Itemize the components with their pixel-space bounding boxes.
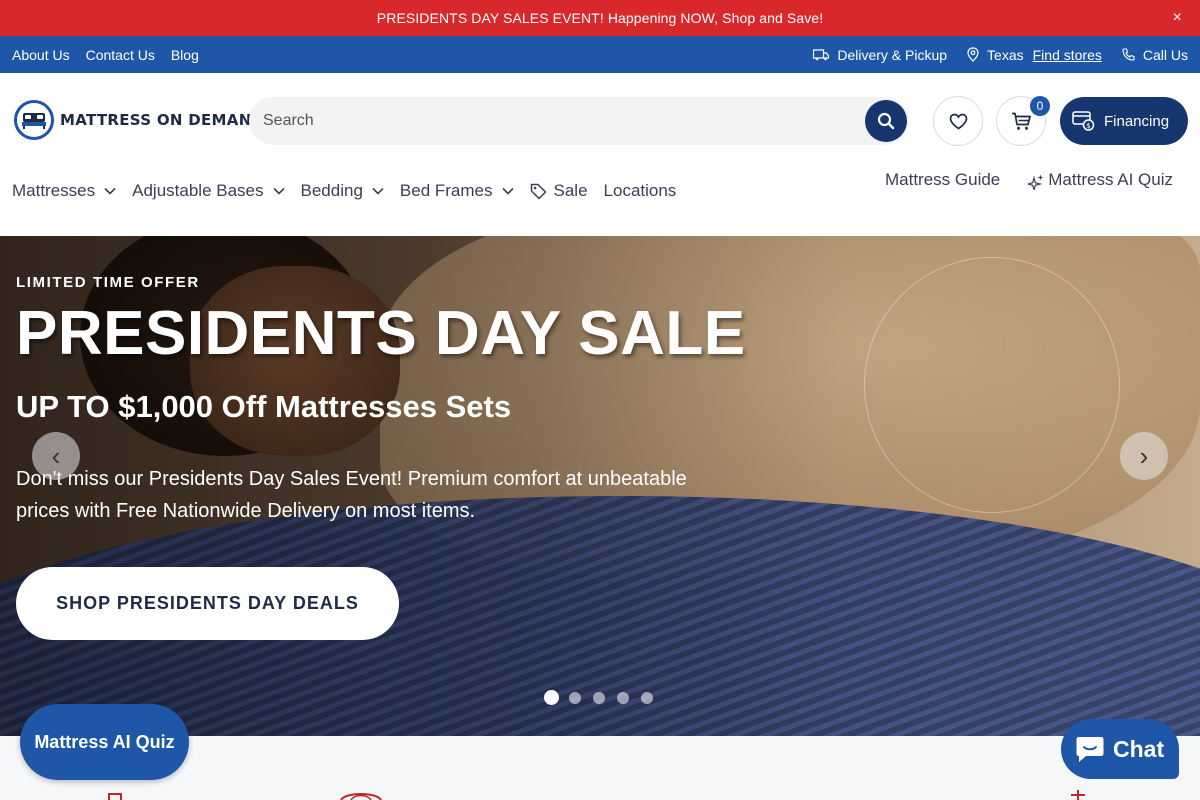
sparkle-icon — [1028, 174, 1044, 190]
globe-icon — [340, 793, 382, 800]
nav-item-bed-frames[interactable]: Bed Frames — [400, 181, 514, 201]
nav-label: Sale — [553, 181, 588, 200]
nav-item-adjustable-bases[interactable]: Adjustable Bases — [132, 181, 285, 201]
chevron-down-icon — [272, 187, 285, 195]
feature-icon — [1071, 790, 1085, 800]
cart-count-badge: 0 — [1030, 96, 1050, 116]
location-label: Texas — [987, 46, 1024, 63]
announcement-bar: PRESIDENTS DAY SALES EVENT! Happening NO… — [0, 0, 1200, 36]
find-stores-link[interactable]: Find stores — [1033, 47, 1102, 63]
decorative-ring — [864, 257, 1120, 513]
secondary-nav: Mattress Guide Mattress AI Quiz — [885, 170, 1173, 190]
nav-item-bedding[interactable]: Bedding — [301, 181, 384, 201]
nav-label: Bed Frames — [399, 181, 493, 200]
chevron-right-icon: › — [1139, 440, 1149, 471]
hero-title: PRESIDENTS DAY SALE — [16, 299, 746, 368]
map-pin-icon — [967, 47, 979, 62]
credit-card-icon: $ — [1072, 111, 1095, 131]
nav-item-locations[interactable]: Locations — [604, 181, 677, 201]
search-icon — [877, 112, 895, 130]
nav-item-mattress-guide[interactable]: Mattress Guide — [885, 170, 1000, 190]
nav-item-mattresses[interactable]: Mattresses — [12, 181, 116, 201]
carousel-dot[interactable] — [641, 691, 653, 704]
carousel-dot[interactable] — [569, 691, 581, 704]
carousel-dots — [544, 690, 665, 705]
call-label: Call Us — [1142, 46, 1188, 63]
financing-label: Financing — [1104, 112, 1170, 130]
nav-label: Mattresses — [12, 181, 96, 200]
nav-label: Bedding — [300, 181, 363, 200]
carousel-dot[interactable] — [544, 690, 559, 705]
utility-bar: About Us Contact Us Blog Delivery & Pick… — [0, 36, 1200, 73]
nav-label: Mattress AI Quiz — [1048, 170, 1173, 189]
shop-deals-button[interactable]: SHOP PRESIDENTS DAY DEALS — [16, 567, 399, 640]
close-icon[interactable]: × — [1173, 9, 1182, 27]
chevron-down-icon — [501, 187, 514, 195]
ai-quiz-floating-button[interactable]: Mattress AI Quiz — [20, 704, 189, 780]
phone-icon — [1122, 48, 1135, 61]
carousel-next-button[interactable]: › — [1120, 432, 1168, 480]
contact-us-link[interactable]: Contact Us — [86, 47, 155, 63]
financing-button[interactable]: $ Financing — [1060, 97, 1188, 145]
hero-eyebrow: LIMITED TIME OFFER — [16, 274, 200, 291]
chat-label: Chat — [1113, 735, 1165, 762]
cart-button[interactable]: 0 — [996, 96, 1050, 146]
site-logo[interactable]: MATTRESS ON DEMAND — [14, 100, 264, 140]
search-button[interactable] — [865, 100, 907, 142]
feature-icon — [108, 793, 122, 800]
location-selector: Texas Find stores — [967, 47, 1102, 63]
nav-label: Mattress Guide — [885, 170, 1001, 189]
carousel-dot[interactable] — [617, 691, 629, 704]
carousel-dot[interactable] — [593, 691, 605, 704]
cart-icon — [1011, 112, 1031, 130]
logo-text: MATTRESS ON DEMAND — [60, 111, 265, 129]
nav-label: Adjustable Bases — [132, 181, 264, 200]
main-nav: Mattresses Adjustable Bases Bedding Bed … — [12, 181, 692, 201]
hero-carousel: LIMITED TIME OFFER PRESIDENTS DAY SALE U… — [0, 236, 1200, 736]
hero-subtitle: UP TO $1,000 Off Mattresses Sets — [16, 389, 512, 424]
site-header: MATTRESS ON DEMAND 0 $ Financing — [0, 73, 1200, 169]
chat-button[interactable]: Chat — [1061, 719, 1179, 779]
chevron-down-icon — [104, 187, 116, 195]
chevron-down-icon — [372, 187, 384, 195]
hero-body: Don't miss our Presidents Day Sales Even… — [16, 468, 687, 522]
tag-icon — [530, 183, 546, 199]
search-bar — [249, 97, 909, 145]
svg-text:$: $ — [1086, 122, 1090, 130]
nav-label: Locations — [603, 181, 677, 200]
chevron-left-icon: ‹ — [51, 440, 61, 471]
delivery-label: Delivery & Pickup — [837, 46, 948, 63]
nav-item-ai-quiz[interactable]: Mattress AI Quiz — [1028, 170, 1173, 190]
truck-icon — [813, 48, 830, 60]
announcement-text[interactable]: PRESIDENTS DAY SALES EVENT! Happening NO… — [377, 10, 823, 26]
search-input[interactable] — [249, 97, 809, 145]
about-us-link[interactable]: About Us — [12, 47, 70, 63]
bed-logo-icon — [14, 100, 54, 140]
carousel-prev-button[interactable]: ‹ — [32, 432, 80, 480]
heart-icon — [949, 113, 967, 130]
chat-bubble-icon — [1076, 737, 1104, 762]
blog-link[interactable]: Blog — [171, 47, 199, 63]
call-us-link[interactable]: Call Us — [1122, 47, 1188, 63]
delivery-pickup-link[interactable]: Delivery & Pickup — [813, 47, 947, 63]
wishlist-button[interactable] — [933, 96, 983, 146]
nav-item-sale[interactable]: Sale — [530, 181, 588, 201]
